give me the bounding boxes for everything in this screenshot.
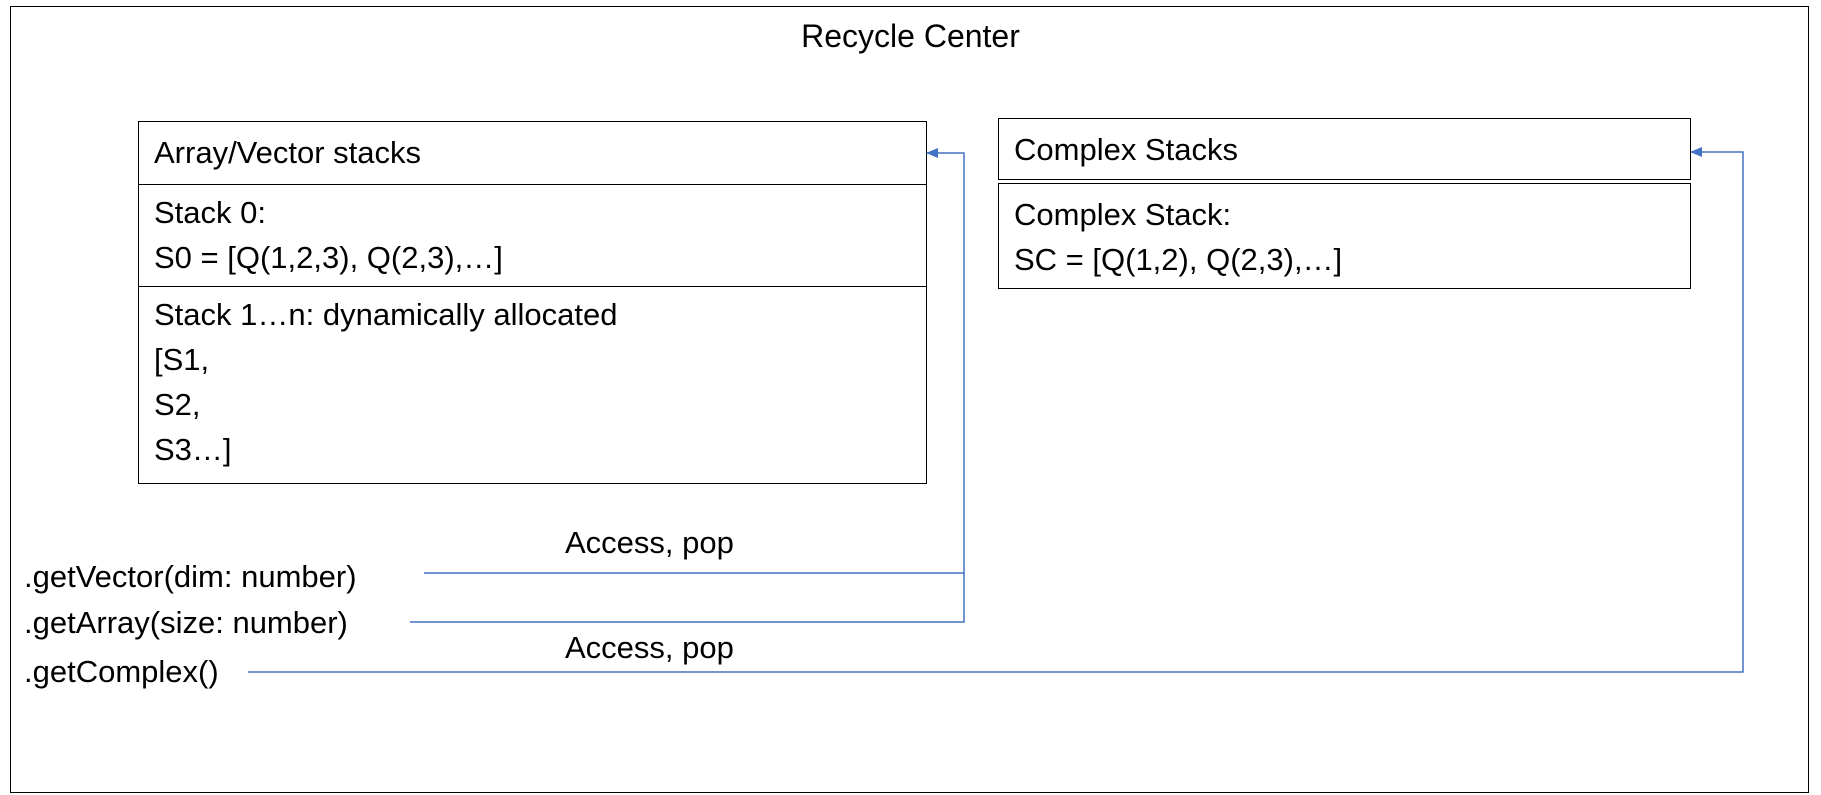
get-complex-connector <box>248 147 1744 673</box>
get-array-connector <box>410 573 965 623</box>
get-vector-connector <box>424 148 965 574</box>
connectors-layer <box>248 147 1744 673</box>
